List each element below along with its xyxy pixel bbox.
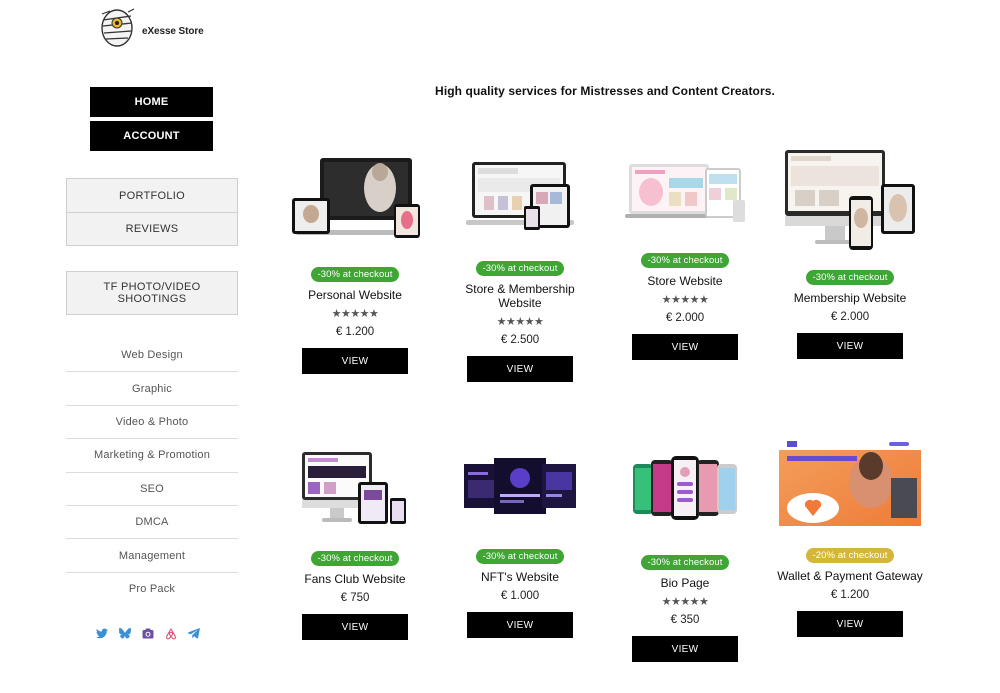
menu-item-management[interactable]: Management bbox=[66, 539, 238, 573]
menu-item-graphic[interactable]: Graphic bbox=[66, 372, 238, 406]
social-links bbox=[95, 627, 200, 640]
menu-item-seo[interactable]: SEO bbox=[66, 473, 238, 506]
discount-badge: -30% at checkout bbox=[641, 253, 729, 268]
menu-item-dmca[interactable]: DMCA bbox=[66, 506, 238, 540]
reviews-link[interactable]: REVIEWS bbox=[67, 212, 237, 245]
product-image[interactable] bbox=[280, 450, 430, 526]
rating-stars: ★★★★★ bbox=[496, 316, 544, 328]
product-price: € 1.200 bbox=[335, 326, 375, 338]
view-button[interactable]: VIEW bbox=[797, 611, 903, 637]
view-button[interactable]: VIEW bbox=[302, 348, 408, 374]
product-title[interactable]: Wallet & Payment Gateway bbox=[775, 569, 925, 583]
product-info: -20% at checkout Wallet & Payment Gatewa… bbox=[775, 545, 925, 637]
product-title[interactable]: Bio Page bbox=[610, 576, 760, 590]
product-image[interactable] bbox=[445, 458, 595, 514]
airbnb-icon[interactable] bbox=[164, 627, 177, 640]
rating-stars: ★★★★★ bbox=[331, 308, 379, 320]
product-image[interactable] bbox=[280, 156, 430, 238]
product-info: -30% at checkout NFT's Website € 1.000 V… bbox=[445, 546, 595, 638]
brand-name: eXesse Store bbox=[142, 25, 204, 37]
product-info: -30% at checkout Store & Membership Webs… bbox=[445, 258, 595, 382]
product-image[interactable] bbox=[445, 160, 595, 232]
product-info: -30% at checkout Membership Website € 2.… bbox=[775, 267, 925, 359]
rating-stars: ★★★★★ bbox=[661, 596, 709, 608]
instagram-icon[interactable] bbox=[141, 627, 154, 640]
discount-badge: -30% at checkout bbox=[476, 261, 564, 276]
shootings-group: TF PHOTO/VIDEO SHOOTINGS bbox=[66, 271, 238, 315]
product-title[interactable]: Store & Membership Website bbox=[445, 282, 595, 310]
product-title[interactable]: NFT's Website bbox=[445, 570, 595, 584]
product-image[interactable] bbox=[775, 438, 925, 526]
view-button[interactable]: VIEW bbox=[632, 636, 738, 662]
product-title[interactable]: Store Website bbox=[610, 274, 760, 288]
product-title[interactable]: Membership Website bbox=[775, 291, 925, 305]
brand-logo[interactable]: eXesse Store bbox=[100, 6, 204, 48]
view-button[interactable]: VIEW bbox=[467, 612, 573, 638]
discount-badge: -30% at checkout bbox=[311, 267, 399, 282]
discount-badge: -30% at checkout bbox=[806, 270, 894, 285]
mummy-logo-icon bbox=[101, 8, 135, 47]
view-button[interactable]: VIEW bbox=[632, 334, 738, 360]
view-button[interactable]: VIEW bbox=[302, 614, 408, 640]
home-button[interactable]: HOME bbox=[90, 87, 213, 117]
product-price: € 2.000 bbox=[665, 312, 705, 324]
menu-item-web-design[interactable]: Web Design bbox=[66, 339, 238, 373]
product-price: € 2.000 bbox=[830, 311, 870, 323]
menu-item-video-photo[interactable]: Video & Photo bbox=[66, 406, 238, 440]
rating-stars: ★★★★★ bbox=[661, 294, 709, 306]
product-info: -30% at checkout Bio Page ★★★★★ € 350 VI… bbox=[610, 552, 760, 662]
product-price: € 2.500 bbox=[500, 334, 540, 346]
bluesky-icon[interactable] bbox=[118, 627, 131, 640]
account-button[interactable]: ACCOUNT bbox=[90, 121, 213, 151]
portfolio-reviews-group: PORTFOLIO REVIEWS bbox=[66, 178, 238, 246]
shootings-link[interactable]: TF PHOTO/VIDEO SHOOTINGS bbox=[67, 272, 237, 314]
page-headline: High quality services for Mistresses and… bbox=[435, 84, 775, 98]
portfolio-link[interactable]: PORTFOLIO bbox=[67, 179, 237, 212]
product-info: -30% at checkout Fans Club Website € 750… bbox=[280, 548, 430, 640]
product-price: € 750 bbox=[340, 592, 370, 604]
view-button[interactable]: VIEW bbox=[797, 333, 903, 359]
discount-badge: -30% at checkout bbox=[641, 555, 729, 570]
product-title[interactable]: Personal Website bbox=[280, 288, 430, 302]
menu-item-pro-pack[interactable]: Pro Pack bbox=[66, 573, 238, 606]
product-image[interactable] bbox=[775, 148, 925, 252]
product-price: € 1.000 bbox=[500, 590, 540, 602]
menu-item-marketing[interactable]: Marketing & Promotion bbox=[66, 439, 238, 473]
category-menu: Web Design Graphic Video & Photo Marketi… bbox=[66, 339, 238, 606]
view-button[interactable]: VIEW bbox=[467, 356, 573, 382]
discount-badge: -20% at checkout bbox=[806, 548, 894, 563]
discount-badge: -30% at checkout bbox=[311, 551, 399, 566]
product-price: € 1.200 bbox=[830, 589, 870, 601]
telegram-icon[interactable] bbox=[187, 627, 200, 640]
sidebar: eXesse Store HOME ACCOUNT PORTFOLIO REVI… bbox=[0, 0, 305, 693]
product-info: -30% at checkout Personal Website ★★★★★ … bbox=[280, 264, 430, 374]
product-info: -30% at checkout Store Website ★★★★★ € 2… bbox=[610, 250, 760, 360]
product-price: € 350 bbox=[670, 614, 700, 626]
discount-badge: -30% at checkout bbox=[476, 549, 564, 564]
twitter-icon[interactable] bbox=[95, 627, 108, 640]
product-image[interactable] bbox=[610, 456, 760, 522]
product-image[interactable] bbox=[610, 160, 760, 226]
product-title[interactable]: Fans Club Website bbox=[280, 572, 430, 586]
